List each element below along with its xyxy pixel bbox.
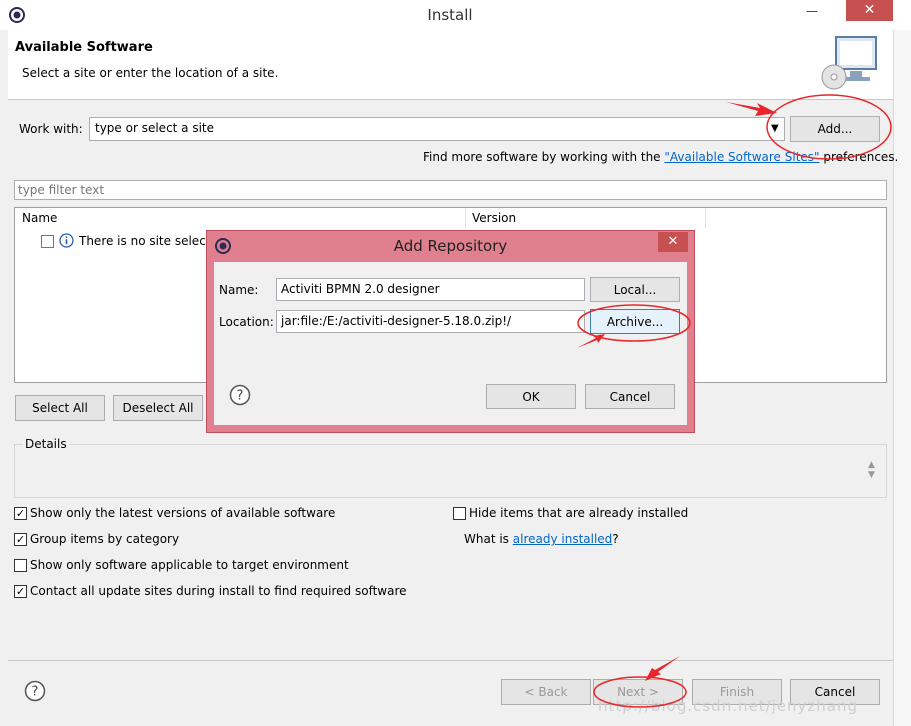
add-repository-close-button[interactable]: ✕ [658, 232, 688, 252]
column-header-name[interactable]: Name [15, 208, 466, 228]
add-site-button[interactable]: Add... [790, 116, 880, 142]
add-repository-title: Add Repository [393, 237, 508, 255]
hide-installed-checkbox[interactable] [453, 507, 466, 520]
already-installed-link[interactable]: already installed [513, 532, 613, 546]
row-checkbox[interactable] [41, 235, 54, 248]
ok-button[interactable]: OK [486, 384, 576, 409]
find-more-text: Find more software by working with the "… [423, 150, 899, 164]
target-environment-checkbox[interactable] [14, 559, 27, 572]
back-button[interactable]: < Back [501, 679, 591, 705]
contact-update-sites-label: Contact all update sites during install … [30, 584, 407, 598]
repo-name-label: Name: [219, 283, 259, 297]
page-title: Available Software [15, 40, 153, 55]
watermark-text: http://blog.csdn.net/jenyzhang [598, 697, 859, 715]
chevron-down-icon[interactable]: ▼ [771, 123, 779, 134]
window-title: Install [427, 6, 473, 24]
details-label: Details [23, 437, 69, 451]
column-header-version[interactable]: Version [466, 208, 706, 228]
install-monitor-icon [820, 35, 880, 90]
details-scrollbar[interactable]: ▲ ▼ [868, 460, 875, 480]
help-icon[interactable]: ? [229, 384, 251, 406]
repo-name-input[interactable]: Activiti BPMN 2.0 designer [276, 278, 585, 301]
background-window-strip [893, 30, 911, 726]
bottom-divider [8, 660, 893, 661]
hide-installed-label: Hide items that are already installed [469, 506, 689, 520]
latest-versions-checkbox[interactable]: ✓ [14, 507, 27, 520]
contact-update-sites-checkbox[interactable]: ✓ [14, 585, 27, 598]
archive-button[interactable]: Archive... [590, 309, 680, 334]
repo-cancel-button[interactable]: Cancel [585, 384, 675, 409]
available-software-sites-link[interactable]: "Available Software Sites" [664, 150, 819, 164]
local-button[interactable]: Local... [590, 277, 680, 302]
target-environment-label: Show only software applicable to target … [30, 558, 349, 572]
latest-versions-label: Show only the latest versions of availab… [30, 506, 336, 520]
info-icon [59, 233, 74, 248]
deselect-all-button[interactable]: Deselect All [113, 395, 203, 421]
page-subtitle: Select a site or enter the location of a… [22, 66, 279, 80]
eclipse-app-icon [214, 237, 232, 255]
help-icon[interactable]: ? [24, 680, 46, 702]
group-by-category-checkbox[interactable]: ✓ [14, 533, 27, 546]
maximize-button[interactable] [826, 4, 844, 22]
details-box [14, 444, 887, 498]
filter-input[interactable]: type filter text [14, 180, 887, 200]
minimize-button[interactable]: — [800, 4, 824, 22]
svg-text:?: ? [32, 685, 39, 700]
work-with-combo[interactable]: type or select a site [89, 117, 785, 141]
svg-text:?: ? [237, 389, 244, 404]
group-by-category-label: Group items by category [30, 532, 180, 546]
repo-location-input[interactable]: jar:file:/E:/activiti-designer-5.18.0.zi… [276, 310, 585, 333]
close-button[interactable]: ✕ [846, 0, 893, 21]
repo-location-label: Location: [219, 315, 274, 329]
what-is-installed-text: What is already installed? [464, 532, 619, 546]
table-row: There is no site select [79, 234, 211, 248]
work-with-label: Work with: [19, 122, 83, 136]
select-all-button[interactable]: Select All [15, 395, 105, 421]
